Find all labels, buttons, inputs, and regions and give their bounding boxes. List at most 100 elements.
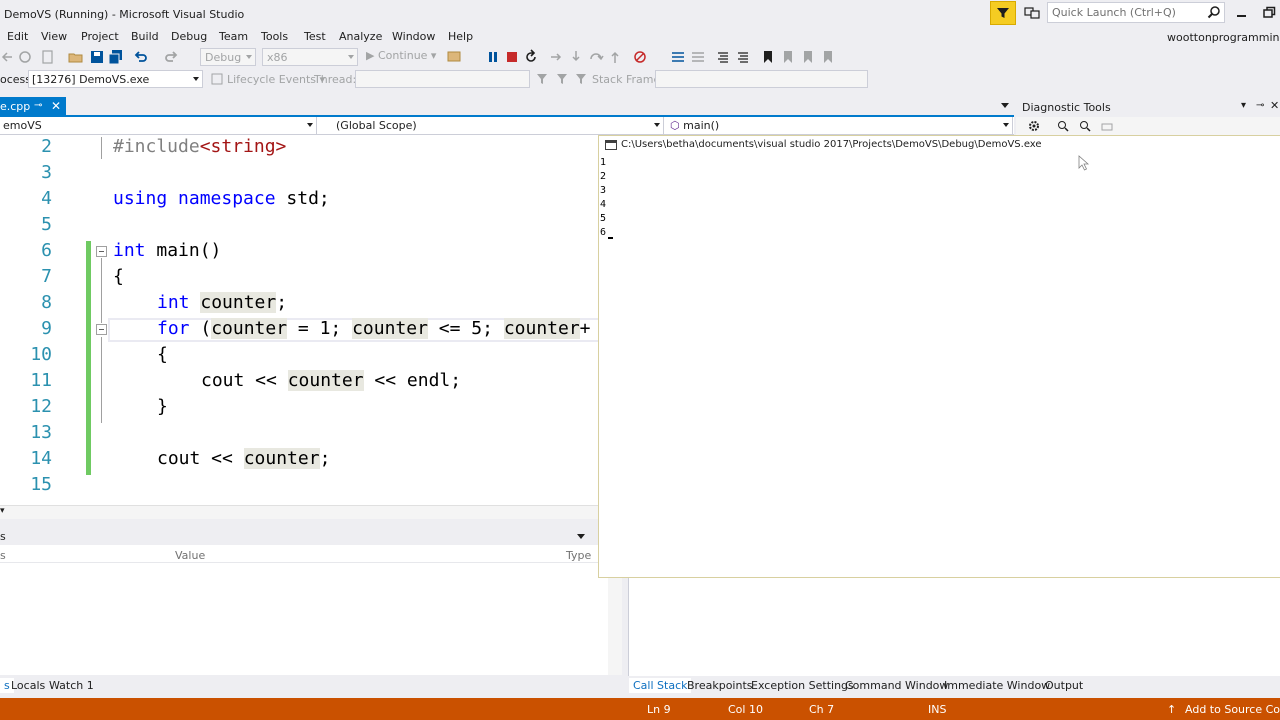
- solution-configuration-combo[interactable]: Debug: [200, 48, 256, 66]
- tab-locals[interactable]: Locals: [7, 678, 49, 693]
- code-line[interactable]: cout << counter << endl;: [201, 370, 461, 391]
- stack-frame-combo[interactable]: [655, 70, 868, 88]
- code-line[interactable]: int counter;: [157, 292, 287, 313]
- bookmark-icon[interactable]: [760, 49, 776, 65]
- menu-build[interactable]: Build: [131, 30, 159, 43]
- panel-options-icon[interactable]: [577, 534, 585, 539]
- redo-icon[interactable]: [163, 49, 179, 65]
- menu-edit[interactable]: Edit: [7, 30, 28, 43]
- close-icon[interactable]: ✕: [1270, 99, 1279, 112]
- restart-icon[interactable]: [523, 49, 539, 65]
- solution-platform-combo[interactable]: x86: [262, 48, 358, 66]
- locals-grid[interactable]: [0, 563, 608, 675]
- menu-debug[interactable]: Debug: [171, 30, 207, 43]
- flag-thread-icon[interactable]: [535, 72, 549, 86]
- toggle-thread-icon[interactable]: [574, 72, 588, 86]
- prev-bookmark-icon[interactable]: [780, 49, 796, 65]
- forward-icon[interactable]: [17, 49, 33, 65]
- zoom-in-icon[interactable]: [1057, 120, 1069, 132]
- menu-project[interactable]: Project: [81, 30, 119, 43]
- collapse-toggle-main[interactable]: [96, 246, 107, 257]
- zoom-level-combo[interactable]: ▾: [0, 506, 24, 518]
- filter-thread-icon[interactable]: [555, 72, 569, 86]
- outline-guide: [101, 337, 102, 423]
- minimize-button[interactable]: [1231, 5, 1251, 21]
- lifecycle-events-button[interactable]: Lifecycle Events ▾: [227, 73, 325, 86]
- tab-output[interactable]: Output: [1041, 678, 1087, 693]
- console-window[interactable]: [598, 135, 1280, 578]
- tab-source-file[interactable]: e.cpp ⊸ ✕: [0, 97, 66, 117]
- tab-command-window[interactable]: Command Window: [841, 678, 952, 693]
- console-output-line: 6: [600, 227, 607, 238]
- step-into-icon[interactable]: [568, 49, 584, 65]
- process-combo[interactable]: [13276] DemoVS.exe: [28, 70, 203, 88]
- tab-breakpoints[interactable]: Breakpoints: [683, 678, 757, 693]
- pin-icon[interactable]: ⊸: [1256, 100, 1264, 111]
- code-line[interactable]: #include<string>: [113, 136, 286, 157]
- tab-list-dropdown-icon[interactable]: [1001, 103, 1009, 108]
- column-value[interactable]: Value: [175, 549, 205, 562]
- quick-launch-input[interactable]: [1052, 5, 1202, 20]
- code-line[interactable]: {: [113, 266, 124, 287]
- break-all-icon[interactable]: [485, 49, 501, 65]
- new-project-icon[interactable]: [40, 49, 56, 65]
- back-icon[interactable]: [0, 49, 16, 65]
- menu-help[interactable]: Help: [448, 30, 473, 43]
- tab-watch-1[interactable]: Watch 1: [45, 678, 98, 693]
- stack-icon[interactable]: [690, 49, 706, 65]
- code-line[interactable]: for (counter = 1; counter <= 5; counter+: [157, 318, 591, 339]
- locals-column-headers: [0, 545, 598, 563]
- tab-immediate-window[interactable]: Immediate Window: [940, 678, 1054, 693]
- menu-analyze[interactable]: Analyze: [339, 30, 382, 43]
- uncomment-icon[interactable]: [735, 49, 751, 65]
- code-line[interactable]: cout << counter;: [157, 448, 330, 469]
- menu-test[interactable]: Test: [304, 30, 326, 43]
- continue-button[interactable]: ▶ Continue ▾: [366, 49, 436, 62]
- user-account[interactable]: woottonprogramming: [1167, 31, 1280, 44]
- member-combo[interactable]: ⬡ main(): [667, 117, 1013, 135]
- process-icon[interactable]: [446, 49, 462, 65]
- code-line[interactable]: using namespace std;: [113, 188, 330, 209]
- next-bookmark-icon[interactable]: [800, 49, 816, 65]
- open-file-icon[interactable]: [68, 49, 84, 65]
- step-out-icon[interactable]: [607, 49, 623, 65]
- notification-filter-button[interactable]: [990, 1, 1016, 25]
- save-all-icon[interactable]: [108, 49, 124, 65]
- reset-view-icon[interactable]: [1101, 120, 1113, 132]
- close-icon[interactable]: ✕: [51, 99, 61, 113]
- column-name[interactable]: s: [0, 549, 6, 562]
- hex-display-icon[interactable]: [632, 49, 648, 65]
- menu-tools[interactable]: Tools: [261, 30, 288, 43]
- scope-combo[interactable]: (Global Scope): [333, 117, 664, 135]
- code-line[interactable]: {: [157, 344, 168, 365]
- pin-icon[interactable]: ⊸: [34, 100, 42, 111]
- lifecycle-icon[interactable]: [210, 72, 224, 86]
- window-position-icon[interactable]: ▾: [1241, 100, 1246, 111]
- quick-launch-box[interactable]: [1047, 2, 1225, 23]
- step-over-icon[interactable]: [588, 49, 604, 65]
- add-to-source-control-button[interactable]: Add to Source Contr: [1185, 703, 1280, 716]
- gear-icon[interactable]: [1028, 120, 1040, 132]
- column-type[interactable]: Type: [566, 549, 591, 562]
- menu-window[interactable]: Window: [392, 30, 435, 43]
- call-stack-panel[interactable]: [628, 578, 1280, 676]
- project-combo[interactable]: emoVS: [0, 117, 317, 135]
- clear-bookmarks-icon[interactable]: [820, 49, 836, 65]
- zoom-out-icon[interactable]: [1079, 120, 1091, 132]
- restore-button[interactable]: [1259, 5, 1279, 21]
- show-next-statement-icon[interactable]: [548, 49, 564, 65]
- menu-view[interactable]: View: [41, 30, 67, 43]
- thread-combo[interactable]: [355, 70, 530, 88]
- comment-icon[interactable]: [715, 49, 731, 65]
- thread-icon[interactable]: [670, 49, 686, 65]
- stop-debugging-icon[interactable]: [504, 49, 520, 65]
- save-icon[interactable]: [89, 49, 105, 65]
- menu-team[interactable]: Team: [219, 30, 248, 43]
- undo-icon[interactable]: [133, 49, 149, 65]
- collapse-toggle-for[interactable]: [96, 324, 107, 335]
- editor-horizontal-scrollbar[interactable]: [0, 505, 600, 519]
- code-line[interactable]: }: [157, 396, 168, 417]
- feedback-icon[interactable]: [1024, 5, 1040, 21]
- search-icon[interactable]: [1207, 5, 1221, 19]
- code-line[interactable]: int main(): [113, 240, 221, 261]
